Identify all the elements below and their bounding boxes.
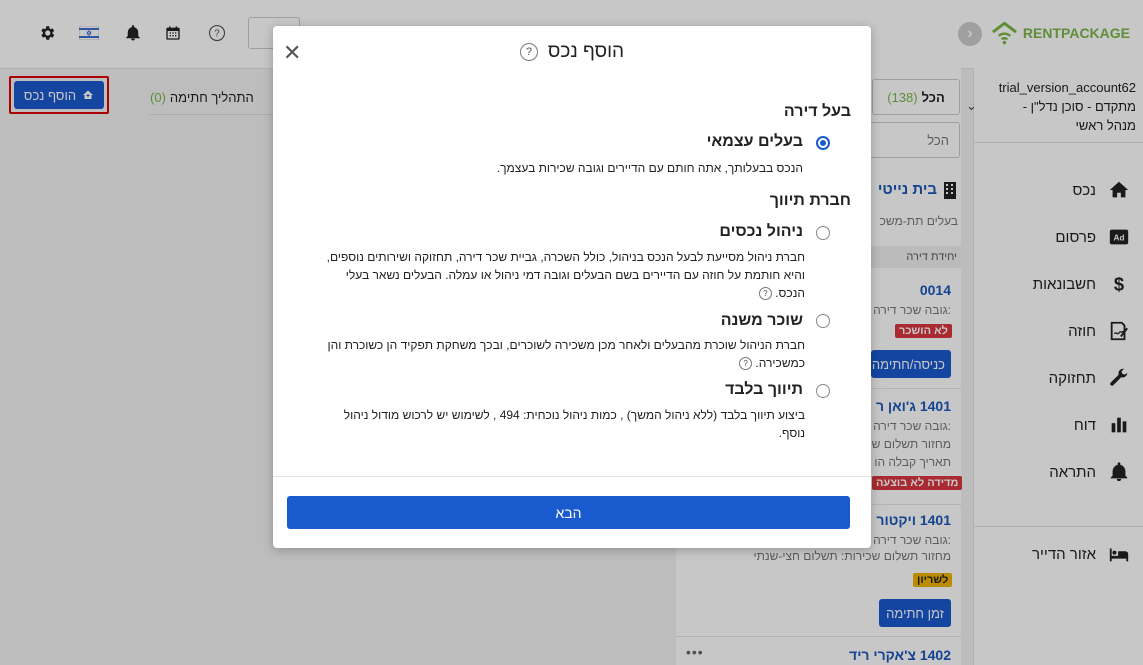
modal-footer-divider xyxy=(273,476,871,477)
add-property-modal: ✕ הוסף נכס ? בעל דירה בעלים עצמאי הנכס ב… xyxy=(273,26,871,548)
option-desc-text: חברת ניהול מסייעת לבעל הנכס בניהול, כולל… xyxy=(326,250,805,300)
info-help-icon[interactable]: ? xyxy=(739,357,753,371)
option-desc-text: חברת הניהול שוכרת מהבעלים ולאחר מכן משכי… xyxy=(327,338,805,370)
radio-independent-owner[interactable] xyxy=(816,136,830,150)
option-desc-brokerage-only: ביצוע תיווך בלבד (ללא ניהול המשך) , כמות… xyxy=(343,408,805,440)
modal-header: הוסף נכס ? xyxy=(273,41,871,63)
option-desc-property-management: חברת ניהול מסייעת לבעל הנכס בניהול, כולל… xyxy=(315,248,805,302)
section-owner-heading: בעל דירה xyxy=(783,103,851,120)
radio-property-management[interactable] xyxy=(816,226,830,240)
radio-brokerage-only[interactable] xyxy=(816,384,830,398)
section-agency-heading: חברת תיווך xyxy=(769,192,851,209)
option-desc-sublessee: חברת הניהול שוכרת מהבעלים ולאחר מכן משכי… xyxy=(315,336,805,372)
help-icon[interactable]: ? xyxy=(519,43,538,61)
option-title-property-management[interactable]: ניהול נכסים xyxy=(719,223,803,241)
option-title-brokerage-only[interactable]: תיווך בלבד xyxy=(725,381,803,399)
radio-sublessee[interactable] xyxy=(816,314,830,328)
option-title-independent-owner[interactable]: בעלים עצמאי xyxy=(707,133,803,151)
option-title-sublessee[interactable]: שוכר משנה xyxy=(721,312,803,330)
next-button[interactable]: הבא xyxy=(287,496,850,529)
info-help-icon[interactable]: ? xyxy=(758,287,772,301)
option-desc-independent-owner: הנכס בבעלותך, אתה חותם עם הדיירים וגובה … xyxy=(496,161,803,175)
modal-title: הוסף נכס xyxy=(547,41,625,62)
